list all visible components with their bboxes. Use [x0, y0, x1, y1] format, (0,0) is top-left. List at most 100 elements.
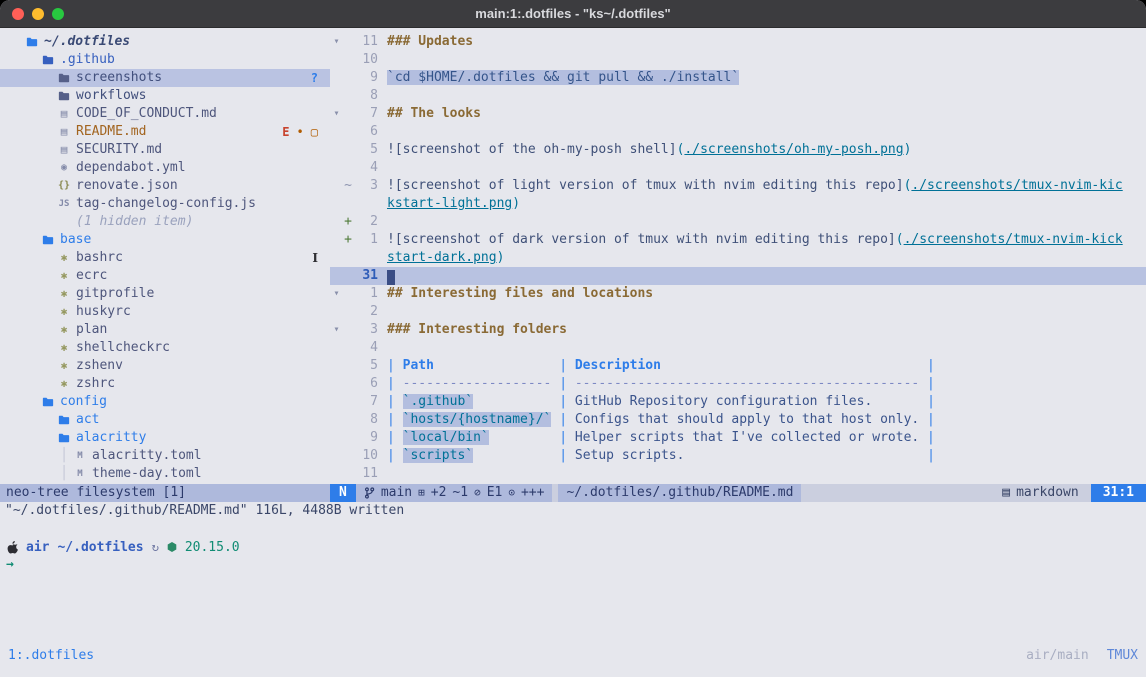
editor-line[interactable]: 5![screenshot of the oh-my-posh shell](.…: [330, 141, 1146, 159]
statusline-filepath: ~/.dotfiles/.github/README.md: [558, 484, 801, 502]
tree-item-act[interactable]: act: [0, 411, 330, 429]
editor-line[interactable]: 8| `hosts/{hostname}/` | Configs that sh…: [330, 411, 1146, 429]
editor-line[interactable]: 10: [330, 51, 1146, 69]
editor-line[interactable]: 6| ------------------- | ---------------…: [330, 375, 1146, 393]
tree-item-renovate-json[interactable]: {}renovate.json: [0, 177, 330, 195]
tree-item-zshenv[interactable]: ✱zshenv: [0, 357, 330, 375]
editor-line[interactable]: kstart-light.png): [330, 195, 1146, 213]
syntax-th: Path: [403, 358, 434, 373]
syntax-th: Description: [575, 358, 661, 373]
tree-item-workflows[interactable]: workflows: [0, 87, 330, 105]
syntax-pipe: |: [551, 448, 574, 463]
editor-line-current[interactable]: 31: [330, 267, 1146, 285]
editor-line[interactable]: ▾ 11### Updates: [330, 33, 1146, 51]
tree-item-security-md[interactable]: ▤SECURITY.md: [0, 141, 330, 159]
line-text: | ------------------- | ----------------…: [378, 375, 935, 393]
tree-item-tag-changelog-config-js[interactable]: JStag-changelog-config.js: [0, 195, 330, 213]
git-sign: [343, 285, 353, 303]
indent-guide: │: [56, 447, 72, 465]
editor-line[interactable]: start-dark.png): [330, 249, 1146, 267]
prompt-arrow[interactable]: →: [6, 556, 14, 574]
tree-item-zshrc[interactable]: ✱zshrc: [0, 375, 330, 393]
fold-marker[interactable]: ▾: [330, 105, 343, 123]
fold-marker[interactable]: ▾: [330, 285, 343, 303]
zoom-button[interactable]: [52, 8, 64, 20]
editor-line[interactable]: 5| Path | Description |: [330, 357, 1146, 375]
tree-item-base[interactable]: base: [0, 231, 330, 249]
editor-line[interactable]: ~3![screenshot of light version of tmux …: [330, 177, 1146, 195]
editor-line[interactable]: 7| `.github` | GitHub Repository configu…: [330, 393, 1146, 411]
editor-line[interactable]: 4: [330, 339, 1146, 357]
line-number: 9: [353, 69, 378, 87]
tree-item-theme-day-toml[interactable]: │Mtheme-day.toml: [0, 465, 330, 483]
filetype-segment: ▤ markdown: [990, 484, 1090, 502]
git-sign: [343, 411, 353, 429]
fold-marker[interactable]: ▾: [330, 321, 343, 339]
editor-line[interactable]: ▾ 3### Interesting folders: [330, 321, 1146, 339]
syntax-pipe: |: [919, 430, 935, 445]
tree-item-code-of-conduct-md[interactable]: ▤CODE_OF_CONDUCT.md: [0, 105, 330, 123]
close-button[interactable]: [12, 8, 24, 20]
tree-item-label: alacritty: [76, 429, 146, 447]
git-sign: [343, 429, 353, 447]
editor-line[interactable]: 9`cd $HOME/.dotfiles && git pull && ./in…: [330, 69, 1146, 87]
tree-item-alacritty[interactable]: alacritty: [0, 429, 330, 447]
js-icon: JS: [56, 195, 72, 213]
line-number: [353, 249, 378, 267]
tree-item-screenshots[interactable]: screenshots?: [0, 69, 330, 87]
tree-item-config[interactable]: config: [0, 393, 330, 411]
line-text: ### Interesting folders: [378, 321, 567, 339]
node-version: 20.15.0: [185, 540, 240, 555]
fold-marker[interactable]: ▾: [330, 33, 343, 51]
cmdline-message: "~/.dotfiles/.github/README.md" 116L, 44…: [0, 502, 1146, 520]
minimize-button[interactable]: [32, 8, 44, 20]
tree-item-dependabot-yml[interactable]: ◉dependabot.yml: [0, 159, 330, 177]
fold-marker: [330, 141, 343, 159]
line-text: kstart-light.png): [378, 195, 520, 213]
syntax-pipe: |: [387, 358, 403, 373]
tree-item-huskyrc[interactable]: ✱huskyrc: [0, 303, 330, 321]
editor-line[interactable]: 8: [330, 87, 1146, 105]
tmux-window[interactable]: 1:.dotfiles: [8, 648, 94, 663]
line-number: 3: [353, 321, 378, 339]
syntax-urlu: ./screenshots/oh-my-posh.png: [684, 142, 903, 157]
tree-item-readme-md[interactable]: ▤README.mdE•▢: [0, 123, 330, 141]
tmux-statusbar: 1:.dotfiles air/main TMUX: [0, 645, 1146, 665]
git-sign: [343, 51, 353, 69]
tree-item-gitprofile[interactable]: ✱gitprofile: [0, 285, 330, 303]
syntax-pipe: |: [919, 376, 935, 391]
editor-line[interactable]: ▾ 7## The looks: [330, 105, 1146, 123]
shell-icon: ✱: [56, 375, 72, 393]
editor-line[interactable]: 4: [330, 159, 1146, 177]
tree-item-dotfiles[interactable]: ~/.dotfiles: [0, 33, 330, 51]
editor-line[interactable]: 6: [330, 123, 1146, 141]
editor-line[interactable]: 10| `scripts` | Setup scripts. |: [330, 447, 1146, 465]
tree-item-shellcheckrc[interactable]: ✱shellcheckrc: [0, 339, 330, 357]
fold-marker: [330, 393, 343, 411]
tmux-label: TMUX: [1107, 648, 1138, 663]
tree-item-plan[interactable]: ✱plan: [0, 321, 330, 339]
diff-added: +2: [431, 484, 447, 502]
editor-line[interactable]: 11: [330, 465, 1146, 483]
syntax-plain: [434, 358, 551, 373]
editor-line[interactable]: 9| `local/bin` | Helper scripts that I'v…: [330, 429, 1146, 447]
syntax-url: (: [896, 232, 904, 247]
yaml-icon: ◉: [56, 159, 72, 177]
editor-line[interactable]: +2: [330, 213, 1146, 231]
apple-icon: [6, 541, 18, 554]
syntax-cell: Helper scripts that I've collected or wr…: [575, 430, 919, 445]
editor-line[interactable]: ▾ 1## Interesting files and locations: [330, 285, 1146, 303]
tree-item-github[interactable]: .github: [0, 51, 330, 69]
tree-item-bashrc[interactable]: ✱bashrcI: [0, 249, 330, 267]
syntax-pipe: |: [551, 394, 574, 409]
syntax-urlu: ./screenshots/tmux-nvim-kic: [911, 178, 1122, 193]
tree-item-alacritty-toml[interactable]: │Malacritty.toml: [0, 447, 330, 465]
tree-item-label: SECURITY.md: [76, 141, 162, 159]
folder-icon: [40, 397, 56, 407]
editor-line[interactable]: 2: [330, 303, 1146, 321]
tree-item-1-hidden-item[interactable]: (1 hidden item): [0, 213, 330, 231]
syntax-urlu: kstart-light.png: [387, 196, 512, 211]
editor-line[interactable]: +1![screenshot of dark version of tmux w…: [330, 231, 1146, 249]
sync-icon: ↻: [152, 540, 159, 554]
tree-item-ecrc[interactable]: ✱ecrc: [0, 267, 330, 285]
